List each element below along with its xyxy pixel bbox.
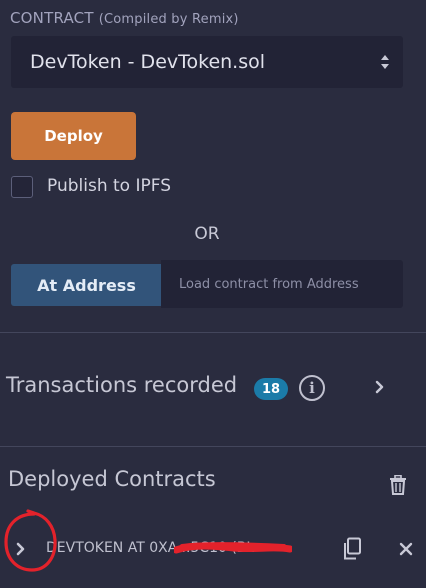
transactions-recorded-title[interactable]: Transactions recorded xyxy=(6,373,237,397)
trash-icon[interactable] xyxy=(389,475,407,495)
info-icon[interactable]: i xyxy=(299,375,325,401)
contract-select-value: DevToken - DevToken.sol xyxy=(30,51,266,73)
transactions-count-badge: 18 xyxy=(254,378,288,400)
contract-label-text: CONTRACT xyxy=(10,9,94,27)
contract-label: CONTRACT (Compiled by Remix) xyxy=(10,9,239,27)
divider xyxy=(0,332,426,333)
at-address-button[interactable]: At Address xyxy=(11,264,162,306)
deployed-contracts-title: Deployed Contracts xyxy=(8,467,216,491)
select-arrows-icon xyxy=(381,55,389,69)
copy-icon[interactable] xyxy=(341,537,363,561)
close-icon[interactable] xyxy=(399,542,413,556)
chevron-right-icon[interactable] xyxy=(372,378,388,396)
load-address-input[interactable] xyxy=(161,260,403,308)
contract-select[interactable]: DevToken - DevToken.sol xyxy=(11,36,403,88)
contract-sublabel: (Compiled by Remix) xyxy=(98,12,239,27)
or-separator: OR xyxy=(194,224,220,244)
publish-ipfs-checkbox[interactable] xyxy=(11,176,33,198)
deploy-button[interactable]: Deploy xyxy=(11,112,136,160)
redaction-scribble xyxy=(174,542,292,554)
red-annotation-circle xyxy=(4,509,57,572)
divider xyxy=(0,446,426,447)
publish-ipfs-label: Publish to IPFS xyxy=(47,176,172,196)
